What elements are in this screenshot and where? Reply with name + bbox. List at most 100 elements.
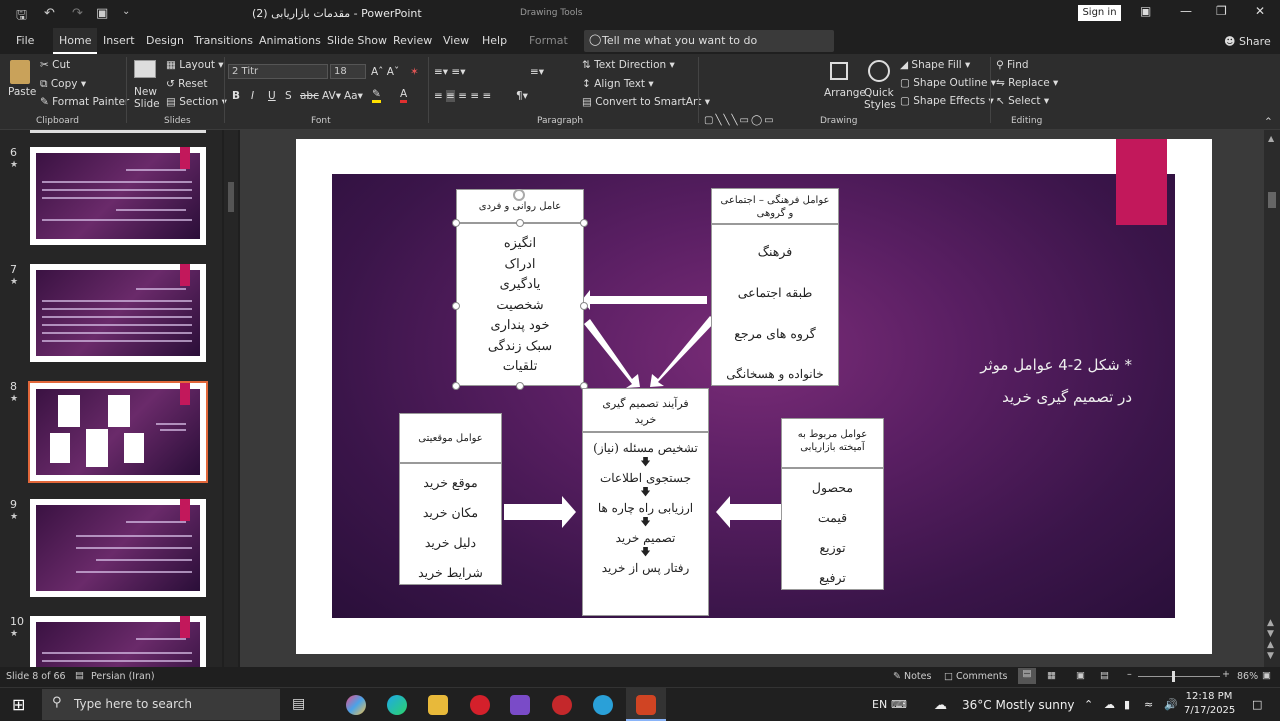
figure-caption[interactable]: * شکل 2-4 عوامل موثر در تصمیم گیری خرید bbox=[932, 349, 1132, 413]
onedrive-icon[interactable]: ☁ bbox=[1104, 698, 1115, 711]
selection-handle[interactable] bbox=[516, 219, 524, 227]
file-explorer-icon[interactable] bbox=[428, 695, 448, 715]
underline-button[interactable]: U bbox=[268, 90, 276, 102]
situational-factors-box[interactable]: موقع خرید مکان خرید دلیل خرید شرایط خرید bbox=[399, 463, 502, 585]
tab-insert[interactable]: Insert bbox=[103, 34, 135, 47]
find-button[interactable]: ⚲ Find bbox=[996, 59, 1029, 71]
show-hidden-icons[interactable]: ⌃ bbox=[1084, 698, 1093, 711]
selection-handle[interactable] bbox=[580, 219, 588, 227]
selection-handle[interactable] bbox=[580, 302, 588, 310]
line-spacing-button[interactable]: ≡▾ bbox=[530, 66, 544, 78]
slide-thumbnail[interactable] bbox=[30, 147, 206, 245]
input-language[interactable]: EN bbox=[872, 698, 887, 711]
tab-review[interactable]: Review bbox=[393, 34, 432, 47]
shape-outline-button[interactable]: ▢ Shape Outline ▾ bbox=[900, 77, 996, 89]
tab-file[interactable]: File bbox=[16, 34, 34, 47]
tell-me-search[interactable]: ◯ Tell me what you want to do bbox=[584, 30, 834, 52]
slideshow-view-icon[interactable]: ▤ bbox=[1100, 670, 1109, 681]
notifications-icon[interactable]: □ bbox=[1252, 698, 1262, 711]
edge-icon[interactable] bbox=[387, 695, 407, 715]
italic-button[interactable]: I bbox=[251, 90, 254, 102]
zoom-out-icon[interactable]: – bbox=[1127, 669, 1132, 680]
slide-thumbnail[interactable] bbox=[30, 264, 206, 362]
replace-button[interactable]: ⇋ Replace ▾ bbox=[996, 77, 1058, 89]
shadow-button[interactable]: S bbox=[285, 90, 292, 102]
process-steps-box[interactable]: تشخیص مسئله (نیاز) 🡇 جستجوی اطلاعات 🡇 ار… bbox=[582, 432, 709, 616]
tab-animations[interactable]: Animations bbox=[259, 34, 321, 47]
close-icon[interactable]: ✕ bbox=[1255, 4, 1265, 18]
media-app-icon[interactable] bbox=[552, 695, 572, 715]
taskbar-search[interactable]: ⚲ Type here to search bbox=[42, 689, 280, 720]
clear-format-icon[interactable]: ✶ bbox=[410, 66, 419, 78]
tab-transitions[interactable]: Transitions bbox=[194, 34, 253, 47]
clock[interactable]: 12:18 PM 7/17/2025 bbox=[1184, 690, 1235, 718]
strikethrough-button[interactable]: abc bbox=[300, 90, 319, 102]
thumbnail-scrollbar[interactable] bbox=[224, 130, 238, 667]
zoom-slider-thumb[interactable] bbox=[1172, 671, 1175, 682]
task-view-icon[interactable]: ▤ bbox=[292, 696, 305, 712]
section-button[interactable]: ▤ Section ▾ bbox=[166, 96, 227, 108]
tab-home[interactable]: Home bbox=[53, 28, 98, 54]
cultural-header-box[interactable]: عوامل فرهنگی – اجتماعی و گروهی bbox=[711, 188, 839, 224]
bold-button[interactable]: B bbox=[232, 90, 240, 102]
zoom-in-icon[interactable]: + bbox=[1222, 669, 1230, 680]
reset-button[interactable]: ↺ Reset bbox=[166, 78, 207, 90]
situational-header-box[interactable]: عوامل موقعیتی bbox=[399, 413, 502, 463]
minimize-icon[interactable]: — bbox=[1180, 4, 1192, 18]
start-slideshow-icon[interactable]: ▣ bbox=[96, 6, 108, 21]
battery-icon[interactable]: ▮ bbox=[1124, 698, 1130, 711]
comments-button[interactable]: □ Comments bbox=[944, 671, 1008, 682]
tab-format[interactable]: Format bbox=[529, 34, 568, 47]
shape-fill-button[interactable]: ◢ Shape Fill ▾ bbox=[900, 59, 970, 71]
font-size-input[interactable]: 18 bbox=[330, 64, 366, 79]
weather-text[interactable]: 36°C Mostly sunny bbox=[962, 698, 1075, 712]
tab-design[interactable]: Design bbox=[146, 34, 184, 47]
copy-button[interactable]: ⧉ Copy ▾ bbox=[40, 78, 86, 91]
tab-help[interactable]: Help bbox=[482, 34, 507, 47]
normal-view-icon[interactable]: ▤ bbox=[1018, 668, 1036, 684]
slide-sorter-icon[interactable]: ▦ bbox=[1047, 670, 1056, 681]
format-painter-button[interactable]: ✎ Format Painter bbox=[40, 96, 129, 108]
font-color-button[interactable]: A bbox=[400, 88, 408, 103]
psych-factors-box[interactable]: انگیزه ادراک یادگیری شخصیت خود پنداری سب… bbox=[456, 223, 584, 386]
font-name-input[interactable]: 2 Titr bbox=[228, 64, 328, 79]
marketing-header-box[interactable]: عوامل مربوط به آمیخته بازاریابی bbox=[781, 418, 884, 468]
text-direction-button[interactable]: ⇅ Text Direction ▾ bbox=[582, 59, 675, 71]
keyboard-icon[interactable]: ⌨ bbox=[891, 698, 907, 711]
slide-thumbnail-selected[interactable] bbox=[28, 381, 208, 483]
windows-start-icon[interactable]: ⊞ bbox=[12, 695, 25, 714]
telegram-icon[interactable] bbox=[593, 695, 613, 715]
undo-icon[interactable]: ↶ bbox=[44, 6, 55, 21]
language-label[interactable]: Persian (Iran) bbox=[91, 671, 155, 682]
shape-effects-button[interactable]: ▢ Shape Effects ▾ bbox=[900, 95, 994, 107]
tab-slide-show[interactable]: Slide Show bbox=[327, 34, 387, 47]
select-button[interactable]: ↖ Select ▾ bbox=[996, 95, 1049, 107]
volume-icon[interactable]: 🔊 bbox=[1164, 698, 1178, 711]
tab-view[interactable]: View bbox=[443, 34, 469, 47]
sign-in-button[interactable]: Sign in bbox=[1078, 5, 1121, 21]
fit-slide-icon[interactable]: ▣ bbox=[1262, 670, 1271, 681]
marketing-factors-box[interactable]: محصول قیمت توزیع ترفیع bbox=[781, 468, 884, 590]
slide-vertical-scrollbar[interactable]: ▲ ▲ ▼ ▲ ▼ bbox=[1264, 130, 1280, 667]
slide-thumbnail[interactable] bbox=[30, 616, 206, 667]
wifi-icon[interactable]: ≈ bbox=[1144, 698, 1153, 711]
change-case-button[interactable]: Aa▾ bbox=[344, 90, 363, 102]
selection-handle[interactable] bbox=[452, 219, 460, 227]
layout-button[interactable]: ▦ Layout ▾ bbox=[166, 59, 224, 71]
customize-toolbar-icon[interactable]: ⌄ bbox=[122, 6, 130, 17]
process-header-box[interactable]: فرآیند تصمیم گیری خرید bbox=[582, 388, 709, 432]
text-direction-rtl-button[interactable]: ¶▾ bbox=[516, 90, 528, 102]
ribbon-display-icon[interactable]: ▣ bbox=[1140, 4, 1151, 18]
copilot-icon[interactable] bbox=[346, 695, 366, 715]
opera-icon[interactable] bbox=[470, 695, 490, 715]
collapse-ribbon-icon[interactable]: ⌃ bbox=[1264, 116, 1273, 128]
selection-handle[interactable] bbox=[452, 302, 460, 310]
slide-thumbnail[interactable] bbox=[30, 499, 206, 597]
notes-button[interactable]: ✎ Notes bbox=[893, 671, 931, 682]
character-spacing-button[interactable]: AV▾ bbox=[322, 90, 341, 102]
powerpoint-taskbar-button[interactable] bbox=[626, 688, 666, 721]
share-button[interactable]: ☻ Share bbox=[1224, 35, 1271, 48]
scroll-thumb[interactable] bbox=[1268, 192, 1276, 208]
reading-view-icon[interactable]: ▣ bbox=[1076, 670, 1085, 681]
visual-studio-icon[interactable] bbox=[510, 695, 530, 715]
